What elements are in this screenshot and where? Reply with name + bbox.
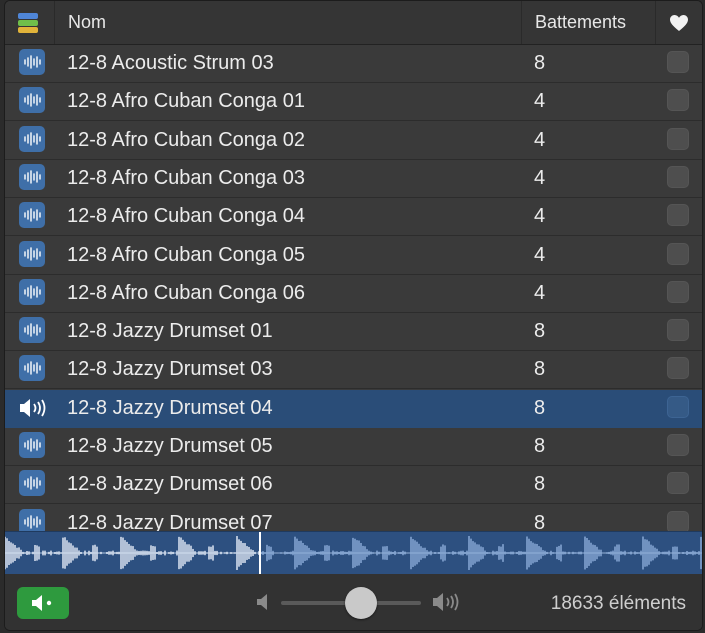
table-row[interactable]: 12-8 Jazzy Drumset 05 8 <box>5 428 702 466</box>
favorite-checkbox[interactable] <box>667 319 689 342</box>
loop-name: 12-8 Afro Cuban Conga 04 <box>67 205 305 228</box>
loop-beats: 4 <box>534 281 546 304</box>
audio-loop-icon <box>19 87 45 114</box>
loop-name: 12-8 Jazzy Drumset 04 <box>67 396 273 419</box>
loop-beats: 8 <box>534 473 546 496</box>
beats-column-header[interactable]: Battements <box>535 1 626 44</box>
loop-name: 12-8 Afro Cuban Conga 01 <box>67 90 305 113</box>
loop-beats: 8 <box>534 435 546 457</box>
audio-loop-icon <box>19 470 45 497</box>
table-row[interactable]: 12-8 Afro Cuban Conga 05 4 <box>5 236 702 275</box>
favorite-checkbox[interactable] <box>667 472 689 495</box>
favorite-checkbox[interactable] <box>667 204 689 227</box>
favorite-checkbox[interactable] <box>667 51 689 73</box>
volume-low-icon <box>257 594 267 610</box>
audio-loop-icon <box>19 125 45 152</box>
table-row[interactable]: 12-8 Jazzy Drumset 01 8 <box>5 313 702 352</box>
loop-beats: 4 <box>534 128 546 151</box>
favorite-checkbox[interactable] <box>667 165 689 188</box>
favorite-column-header[interactable] <box>668 1 690 44</box>
table-row[interactable]: 12-8 Afro Cuban Conga 03 4 <box>5 159 702 198</box>
loop-beats: 8 <box>534 320 546 343</box>
table-row[interactable]: 12-8 Jazzy Drumset 04 8 <box>5 389 702 428</box>
volume-slider-knob[interactable] <box>344 587 377 619</box>
loop-beats: 4 <box>534 205 546 228</box>
table-row[interactable]: 12-8 Jazzy Drumset 06 8 <box>5 466 702 505</box>
table-row[interactable]: 12-8 Afro Cuban Conga 06 4 <box>5 274 702 313</box>
heart-icon <box>670 14 688 31</box>
loop-type-column-header[interactable] <box>15 1 41 44</box>
audio-loop-icon <box>19 240 45 267</box>
waveform-preview[interactable] <box>5 531 702 575</box>
favorite-checkbox[interactable] <box>667 510 689 531</box>
loop-beats: 8 <box>534 511 546 531</box>
audio-loop-icon <box>19 432 45 458</box>
audio-loop-icon <box>19 278 45 305</box>
column-divider[interactable] <box>54 1 55 44</box>
loop-name: 12-8 Afro Cuban Conga 03 <box>67 166 305 189</box>
audio-loop-icon <box>19 355 45 382</box>
column-header: Nom Battements <box>5 1 702 45</box>
favorite-checkbox[interactable] <box>667 395 689 418</box>
loop-beats: 4 <box>534 243 546 266</box>
footer-bar: 18633 éléments <box>5 574 702 630</box>
loop-beats: 4 <box>534 166 546 189</box>
audio-loop-icon <box>19 508 45 531</box>
table-row[interactable]: 12-8 Jazzy Drumset 03 8 <box>5 351 702 390</box>
loop-name: 12-8 Jazzy Drumset 01 <box>67 320 273 343</box>
column-divider[interactable] <box>655 1 656 44</box>
favorite-checkbox[interactable] <box>667 434 689 456</box>
preview-play-button[interactable] <box>17 587 69 619</box>
audio-loop-icon <box>19 317 45 344</box>
speaker-playing-icon[interactable] <box>17 394 49 422</box>
volume-high-icon <box>433 593 459 611</box>
speaker-play-icon <box>32 595 52 611</box>
loop-name: 12-8 Afro Cuban Conga 05 <box>67 243 305 266</box>
loop-beats: 8 <box>534 396 546 419</box>
favorite-checkbox[interactable] <box>667 242 689 265</box>
favorite-checkbox[interactable] <box>667 89 689 112</box>
loop-beats: 8 <box>534 358 546 381</box>
audio-loop-icon <box>19 163 45 190</box>
loop-name: 12-8 Afro Cuban Conga 06 <box>67 281 305 304</box>
table-row[interactable]: 12-8 Jazzy Drumset 07 8 <box>5 504 702 531</box>
column-divider[interactable] <box>521 1 522 44</box>
stacked-layers-icon <box>18 12 38 33</box>
loop-name: 12-8 Jazzy Drumset 03 <box>67 358 273 381</box>
table-row[interactable]: 12-8 Acoustic Strum 03 8 <box>5 45 702 83</box>
loop-name: 12-8 Jazzy Drumset 05 <box>67 435 273 457</box>
waveform-display <box>5 532 702 574</box>
loop-browser-panel: Nom Battements 12-8 Acoustic Strum 03 8 12… <box>4 0 703 631</box>
favorite-checkbox[interactable] <box>667 127 689 150</box>
loop-name: 12-8 Jazzy Drumset 06 <box>67 473 273 496</box>
loop-list[interactable]: 12-8 Acoustic Strum 03 8 12-8 Afro Cuban C… <box>5 45 702 531</box>
item-count: 18633 éléments <box>550 593 686 614</box>
loop-name: 12-8 Afro Cuban Conga 02 <box>67 128 305 151</box>
table-row[interactable]: 12-8 Afro Cuban Conga 02 4 <box>5 121 702 160</box>
loop-beats: 8 <box>534 52 546 74</box>
favorite-checkbox[interactable] <box>667 280 689 303</box>
audio-loop-icon <box>19 202 45 229</box>
loop-name: 12-8 Jazzy Drumset 07 <box>67 511 273 531</box>
audio-loop-icon <box>19 49 45 75</box>
table-row[interactable]: 12-8 Afro Cuban Conga 01 4 <box>5 83 702 122</box>
name-column-header[interactable]: Nom <box>68 1 106 44</box>
loop-beats: 4 <box>534 90 546 113</box>
favorite-checkbox[interactable] <box>667 357 689 380</box>
loop-name: 12-8 Acoustic Strum 03 <box>67 52 274 74</box>
table-row[interactable]: 12-8 Afro Cuban Conga 04 4 <box>5 198 702 237</box>
